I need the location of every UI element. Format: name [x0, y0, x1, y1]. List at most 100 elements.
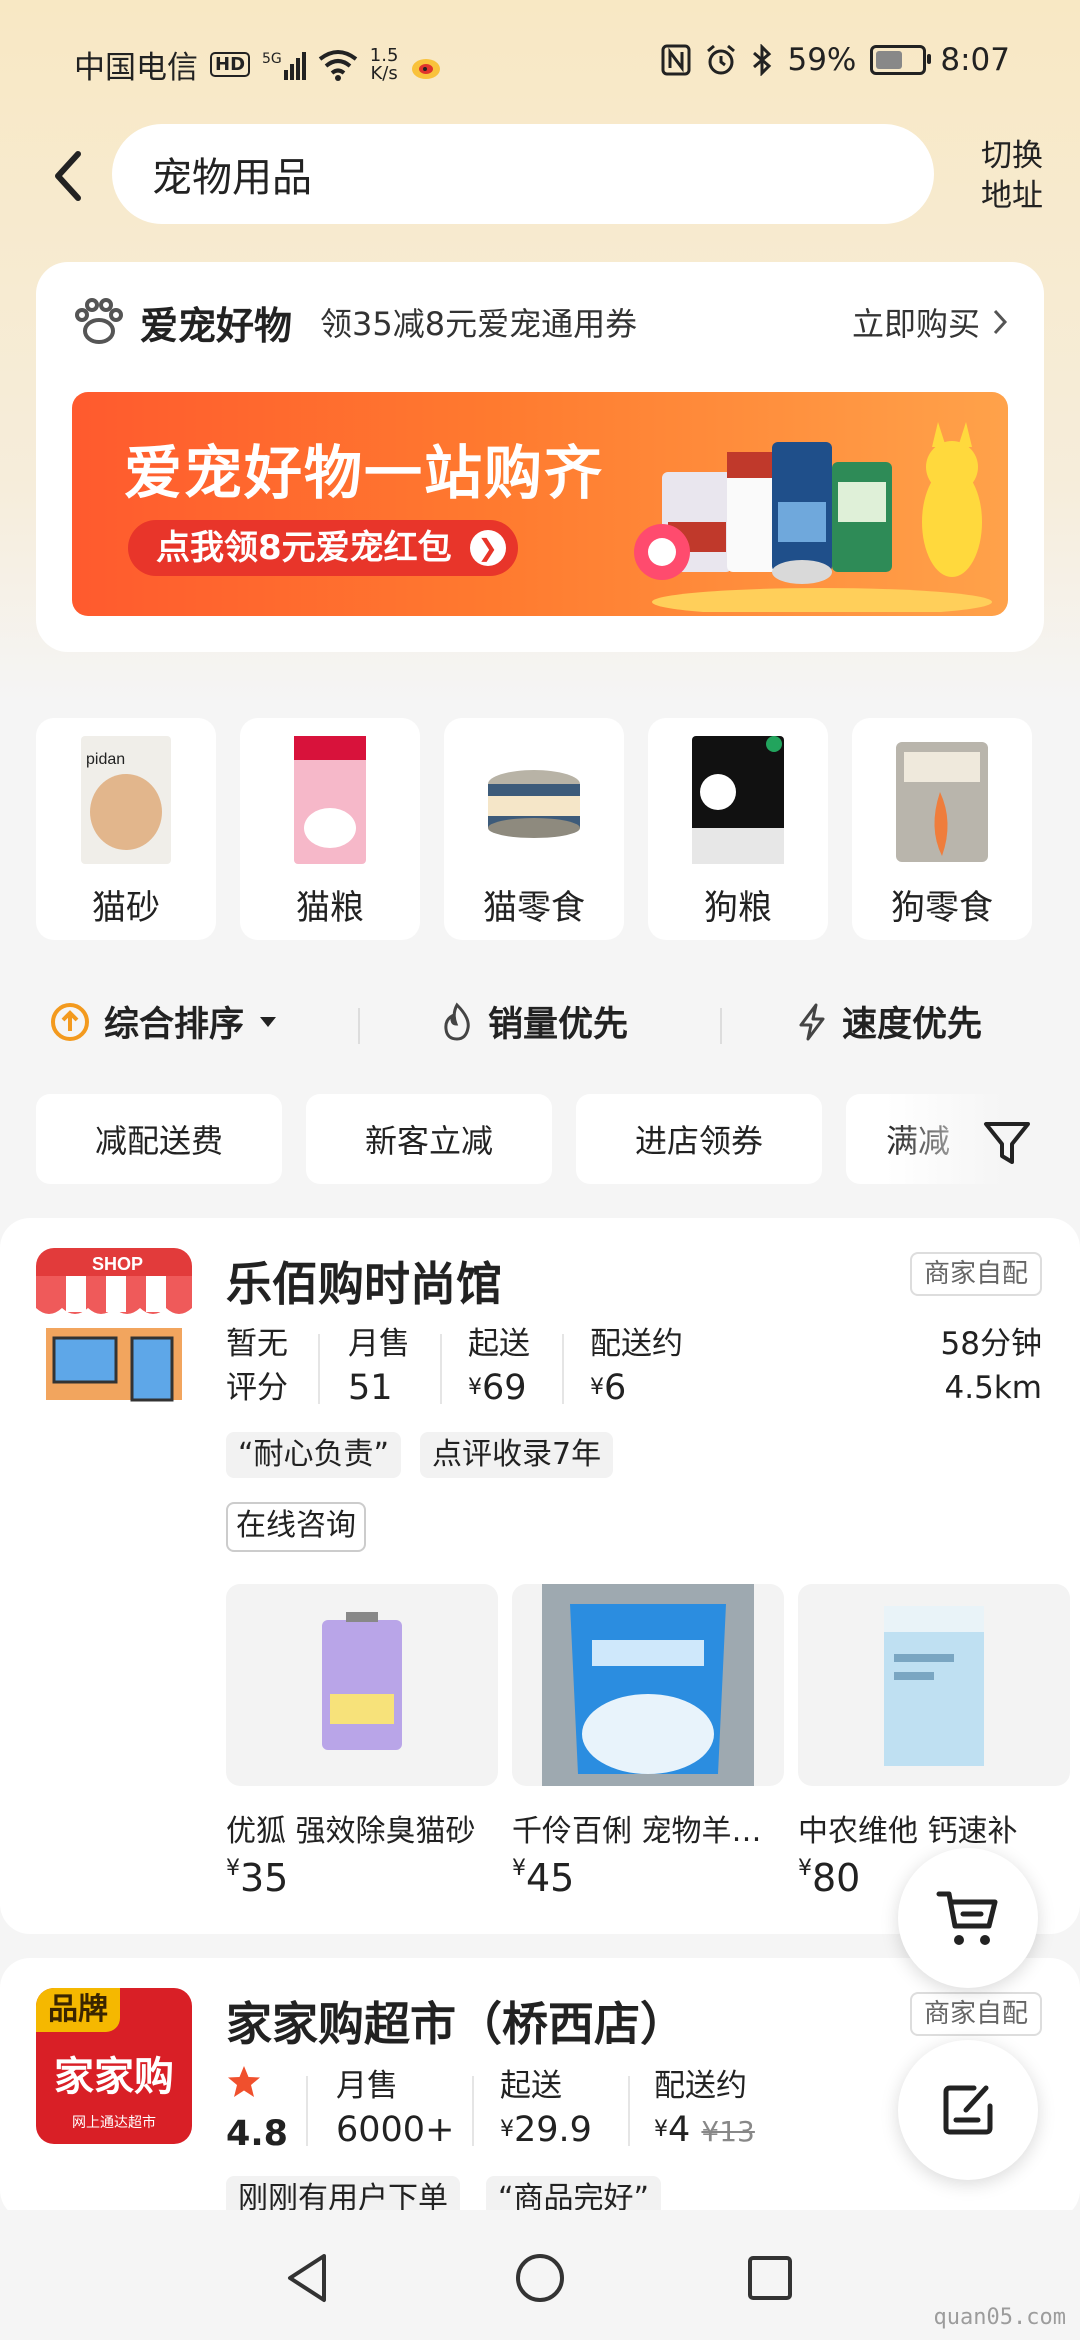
- currency-symbol: ¥: [512, 1856, 526, 1881]
- divider: [628, 2076, 630, 2146]
- currency-symbol: ¥: [590, 1375, 604, 1400]
- category-row: pidan 猫砂 猫粮 猫零食 狗粮 狗零食: [36, 718, 1080, 940]
- edit-note-icon: [943, 2085, 993, 2135]
- original-delivery-fee: ¥13: [701, 2115, 755, 2148]
- currency-symbol: ¥: [468, 1375, 482, 1400]
- status-bar: 中国电信 HD 5G 1.5 K/s 59% 8:07: [0, 0, 1080, 120]
- sort-speed[interactable]: 速度优先: [796, 996, 982, 1047]
- rating: 4.8: [226, 2064, 288, 2156]
- alarm-icon: [707, 44, 736, 75]
- category-label: 狗零食: [891, 888, 993, 928]
- weibo-icon: [412, 58, 441, 79]
- delivery-fee: 配送约 ¥6: [590, 1322, 683, 1410]
- sort-sales[interactable]: 销量优先: [440, 996, 628, 1047]
- hd-icon: HD: [210, 52, 251, 77]
- monthly-sales-label: 月售: [336, 2068, 398, 2104]
- store-logo: 品牌 家家购 网上通达超市: [36, 1988, 192, 2144]
- banner-title: 爱宠好物一站购齐: [124, 439, 605, 507]
- nav-back-icon[interactable]: [278, 2248, 338, 2308]
- notes-button[interactable]: [898, 2040, 1038, 2180]
- rating-value: 4.8: [226, 2114, 289, 2154]
- goat-milk-powder-image: [542, 1584, 754, 1786]
- battery-fill: [876, 51, 903, 69]
- review-tag: 点评收录7年: [420, 1432, 614, 1478]
- divider: [472, 2076, 474, 2146]
- store-card[interactable]: SHOP 乐佰购时尚馆 商家自配 暂无 评分 月售 51 起送 ¥69 配送约 ¥6 …: [0, 1218, 1080, 1934]
- dog-food-image: [692, 736, 784, 864]
- product-price: ¥80: [798, 1856, 860, 1900]
- claim-red-packet-button[interactable]: 点我领8元爱宠红包 ❯: [128, 520, 518, 576]
- chevron-right-icon: [993, 309, 1008, 335]
- min-order-value: ¥29.9: [500, 2108, 592, 2152]
- cat-litter-image: pidan: [81, 736, 171, 864]
- distance: 4.5km: [944, 1370, 1042, 1406]
- nav-home-icon[interactable]: [510, 2248, 570, 2308]
- delivery-fee-value: ¥4 ¥13: [654, 2108, 755, 2154]
- product-name: 千伶百俐 宠物羊奶粉: [512, 1814, 784, 1849]
- battery-icon: [870, 45, 932, 75]
- clock: 8:07: [940, 42, 1010, 78]
- dog-snack-image: [896, 742, 988, 862]
- buy-now-label: 立即购买: [851, 305, 980, 343]
- currency-symbol: ¥: [654, 2117, 668, 2142]
- delivery-fee-label: 配送约: [590, 1326, 683, 1362]
- divider: [440, 1334, 442, 1404]
- category-cat-food[interactable]: 猫粮: [240, 718, 420, 940]
- eta: 58分钟: [940, 1326, 1042, 1362]
- claim-red-packet-label: 点我领8元爱宠红包: [156, 528, 452, 568]
- cat-litter-bag-image: [322, 1612, 402, 1750]
- composite-sort-icon: [51, 1002, 89, 1041]
- divider: [318, 1334, 320, 1404]
- svg-text:pidan: pidan: [86, 751, 125, 768]
- category-dog-snack[interactable]: 狗零食: [852, 718, 1032, 940]
- currency-symbol: ¥: [500, 2117, 514, 2142]
- cart-button[interactable]: [898, 1848, 1038, 1988]
- monthly-sales-value: 6000+: [336, 2110, 455, 2150]
- filter-chip-store-coupon[interactable]: 进店领券: [576, 1094, 822, 1184]
- monthly-sales-value: 51: [348, 1368, 393, 1408]
- buy-now-link[interactable]: 立即购买: [852, 299, 1008, 345]
- monthly-sales-label: 月售: [348, 1326, 410, 1362]
- delivery-fee-value: ¥6: [590, 1366, 683, 1410]
- online-consult-button[interactable]: 在线咨询: [226, 1502, 366, 1552]
- delivery-fee: 配送约 ¥4 ¥13: [654, 2064, 755, 2154]
- monthly-sales: 月售 51: [348, 1322, 410, 1410]
- category-dog-food[interactable]: 狗粮: [648, 718, 828, 940]
- promo-header: 爱宠好物 领35减8元爱宠通用券 立即购买: [72, 292, 1008, 352]
- category-cat-snack[interactable]: 猫零食: [444, 718, 624, 940]
- arrow-circle-icon: ❯: [469, 530, 506, 566]
- sort-bar: 综合排序 销量优先 速度优先: [0, 990, 1080, 1060]
- currency-symbol: ¥: [798, 1856, 812, 1881]
- paw-icon: [75, 298, 123, 344]
- filter-icon[interactable]: [982, 1118, 1032, 1168]
- product-name: 优狐 强效除臭猫砂: [226, 1814, 476, 1849]
- divider: [720, 1008, 722, 1044]
- delivery-type-badge: 商家自配: [909, 1992, 1042, 2036]
- promo-subtitle: 领35减8元爱宠通用券: [320, 305, 638, 343]
- filter-chip-label: 减配送费: [94, 1122, 223, 1160]
- promo-banner[interactable]: 爱宠好物一站购齐 点我领8元爱宠红包 ❯: [72, 392, 1008, 616]
- pet-products-illustration: [634, 422, 992, 612]
- review-tag: “耐心负责”: [226, 1432, 402, 1478]
- promo-card: 爱宠好物 领35减8元爱宠通用券 立即购买 爱宠好物一站购齐 点我领8元爱宠红包…: [36, 262, 1044, 652]
- divider: [562, 1334, 564, 1404]
- product-price: ¥35: [226, 1856, 288, 1900]
- store-logo: SHOP: [36, 1248, 192, 1404]
- switch-address-button[interactable]: 切换 地址: [972, 136, 1052, 216]
- filter-chip-new-customer[interactable]: 新客立减: [306, 1094, 552, 1184]
- rating-label: 暂无 评分: [226, 1326, 288, 1406]
- delivery-fee-amount: 4: [668, 2110, 691, 2150]
- category-label: 狗粮: [704, 888, 772, 928]
- min-order: 起送 ¥69: [468, 1322, 530, 1410]
- caret-down-icon: [260, 1016, 277, 1027]
- currency-symbol: ¥: [226, 1856, 240, 1881]
- nav-recents-icon[interactable]: [740, 2248, 800, 2308]
- sort-composite[interactable]: 综合排序: [50, 996, 278, 1047]
- search-input[interactable]: 宠物用品: [112, 124, 934, 224]
- store-name: 乐佰购时尚馆: [226, 1257, 502, 1311]
- calcium-supplement-box-image: [884, 1606, 984, 1766]
- filter-chip-reduce-delivery[interactable]: 减配送费: [36, 1094, 282, 1184]
- category-cat-litter[interactable]: pidan 猫砂: [36, 718, 216, 940]
- back-arrow-icon[interactable]: [48, 146, 88, 206]
- flame-icon: [444, 1002, 470, 1041]
